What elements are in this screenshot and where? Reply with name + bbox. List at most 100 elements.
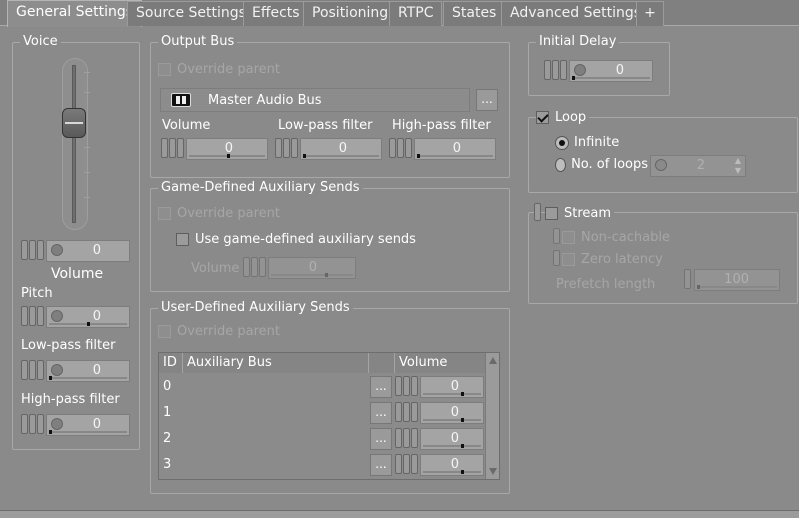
loop-count-field: 2 ▲ ▼ (650, 155, 746, 177)
voice-lowpass-field[interactable]: 0 (46, 360, 130, 382)
output-highpass-field[interactable]: 0 (414, 138, 496, 160)
aux-volume-rtpc-icon[interactable] (395, 454, 418, 474)
fader-tick (84, 92, 90, 93)
loop-label: Loop (555, 110, 587, 125)
output-lowpass-field[interactable]: 0 (300, 138, 382, 160)
game-aux-title: Game-Defined Auxiliary Sends (158, 180, 363, 196)
tab-general-settings[interactable]: General Settings (7, 0, 143, 27)
checkbox-box (176, 233, 189, 246)
output-bus-selector[interactable]: Master Audio Bus (160, 88, 470, 112)
zerolatency-rtpc-icon (553, 250, 560, 266)
output-bus-override-label: Override parent (177, 62, 280, 77)
prefetch-rtpc-icon (684, 269, 691, 289)
aux-volume-rtpc-icon[interactable] (395, 428, 418, 448)
aux-volume-field[interactable]: 0 (420, 376, 484, 398)
use-game-aux-label: Use game-defined auxiliary sends (195, 232, 416, 247)
loop-count-label: No. of loops (571, 157, 648, 172)
scroll-down-icon[interactable] (489, 468, 497, 475)
initial-delay-value: 0 (615, 63, 624, 78)
spin-up-icon: ▲ (734, 156, 742, 165)
field-tick (697, 285, 700, 289)
field-tick (417, 154, 420, 158)
aux-volume-field[interactable]: 0 (420, 402, 484, 424)
aux-volume-field[interactable]: 0 (420, 454, 484, 476)
aux-volume-value: 0 (450, 379, 459, 394)
tab-source-settings[interactable]: Source Settings (127, 1, 255, 26)
checkbox-box (158, 207, 171, 220)
column-header-id[interactable]: ID (159, 353, 183, 373)
voice-highpass-field[interactable]: 0 (46, 414, 130, 436)
radio-dot (555, 157, 567, 172)
output-highpass-rtpc-icon[interactable] (389, 138, 412, 158)
output-bus-browse-button[interactable]: ... (476, 89, 498, 111)
field-bar (423, 393, 481, 395)
output-bus-override-checkbox[interactable]: Override parent (158, 62, 280, 77)
volume-fader-track[interactable] (72, 65, 76, 223)
column-header-spacer (369, 353, 395, 373)
slider-knob-icon (51, 418, 63, 430)
output-volume-rtpc-icon[interactable] (161, 138, 184, 158)
noncachable-rtpc-icon (553, 228, 560, 244)
use-game-aux-checkbox[interactable]: Use game-defined auxiliary sends (176, 232, 416, 247)
pitch-rtpc-icon[interactable] (21, 306, 44, 326)
table-row-id: 1 (163, 405, 172, 420)
volume-fader-thumb[interactable] (62, 108, 86, 138)
table-scrollbar[interactable] (485, 353, 499, 479)
initial-delay-field[interactable]: 0 (569, 60, 653, 82)
voice-highpass-rtpc-icon[interactable] (21, 414, 44, 434)
tab-positioning[interactable]: Positioning (303, 1, 398, 26)
stream-rtpc-icon[interactable] (534, 203, 541, 221)
field-tick (461, 444, 464, 448)
game-aux-volume-label: Volume (191, 261, 240, 276)
radio-dot (555, 135, 569, 150)
aux-bus-browse-button[interactable]: ... (370, 376, 392, 398)
aux-sends-table: ID Auxiliary Bus Volume 0 ... 0 1 ... 0 … (158, 352, 500, 480)
pitch-field[interactable]: 0 (46, 306, 130, 328)
aux-bus-browse-button[interactable]: ... (370, 428, 392, 450)
scroll-up-icon[interactable] (489, 357, 497, 364)
fader-tick (84, 147, 90, 148)
checkbox-box (536, 111, 549, 124)
aux-volume-value: 0 (450, 405, 459, 420)
tab-add[interactable]: + (636, 1, 664, 26)
user-aux-override-label: Override parent (177, 324, 280, 339)
tab-rtpc[interactable]: RTPC (389, 1, 443, 26)
voice-volume-field[interactable]: 0 (46, 240, 130, 262)
output-bus-title: Output Bus (158, 34, 238, 50)
column-header-aux-bus[interactable]: Auxiliary Bus (183, 353, 369, 373)
slider-knob-icon (574, 64, 586, 76)
aux-volume-field[interactable]: 0 (420, 428, 484, 450)
aux-volume-value: 0 (450, 457, 459, 472)
game-aux-override-checkbox[interactable]: Override parent (158, 206, 280, 221)
aux-bus-browse-button[interactable]: ... (370, 402, 392, 424)
field-bar (271, 274, 353, 276)
initial-delay-title: Initial Delay (536, 34, 620, 50)
voice-lowpass-rtpc-icon[interactable] (21, 360, 44, 380)
loop-infinite-radio[interactable]: Infinite (555, 135, 619, 150)
column-header-volume[interactable]: Volume (395, 353, 487, 373)
output-bus-name: Master Audio Bus (208, 93, 322, 108)
stream-checkbox[interactable]: Stream (545, 206, 615, 221)
voice-title: Voice (20, 34, 61, 50)
voice-lowpass-value: 0 (92, 363, 101, 378)
voice-volume-rtpc-icon[interactable] (21, 240, 44, 260)
aux-volume-rtpc-icon[interactable] (395, 376, 418, 396)
field-bar (423, 471, 481, 473)
tab-advanced-settings[interactable]: Advanced Settings (501, 1, 651, 26)
output-volume-field[interactable]: 0 (186, 138, 268, 160)
aux-bus-browse-button[interactable]: ... (370, 454, 392, 476)
user-aux-override-checkbox[interactable]: Override parent (158, 324, 280, 339)
output-lowpass-rtpc-icon[interactable] (275, 138, 298, 158)
tab-effects[interactable]: Effects (243, 1, 309, 26)
aux-volume-rtpc-icon[interactable] (395, 402, 418, 422)
field-bar (49, 431, 127, 433)
field-tick (227, 154, 230, 158)
output-lowpass-value: 0 (338, 141, 347, 156)
voice-highpass-value: 0 (92, 417, 101, 432)
loop-checkbox[interactable]: Loop (536, 110, 590, 125)
tab-states[interactable]: States (443, 1, 506, 26)
loop-count-radio[interactable]: No. of loops (555, 157, 648, 172)
fader-tick (84, 72, 90, 73)
initial-delay-rtpc-icon[interactable] (544, 60, 567, 80)
pitch-value: 0 (92, 309, 101, 324)
